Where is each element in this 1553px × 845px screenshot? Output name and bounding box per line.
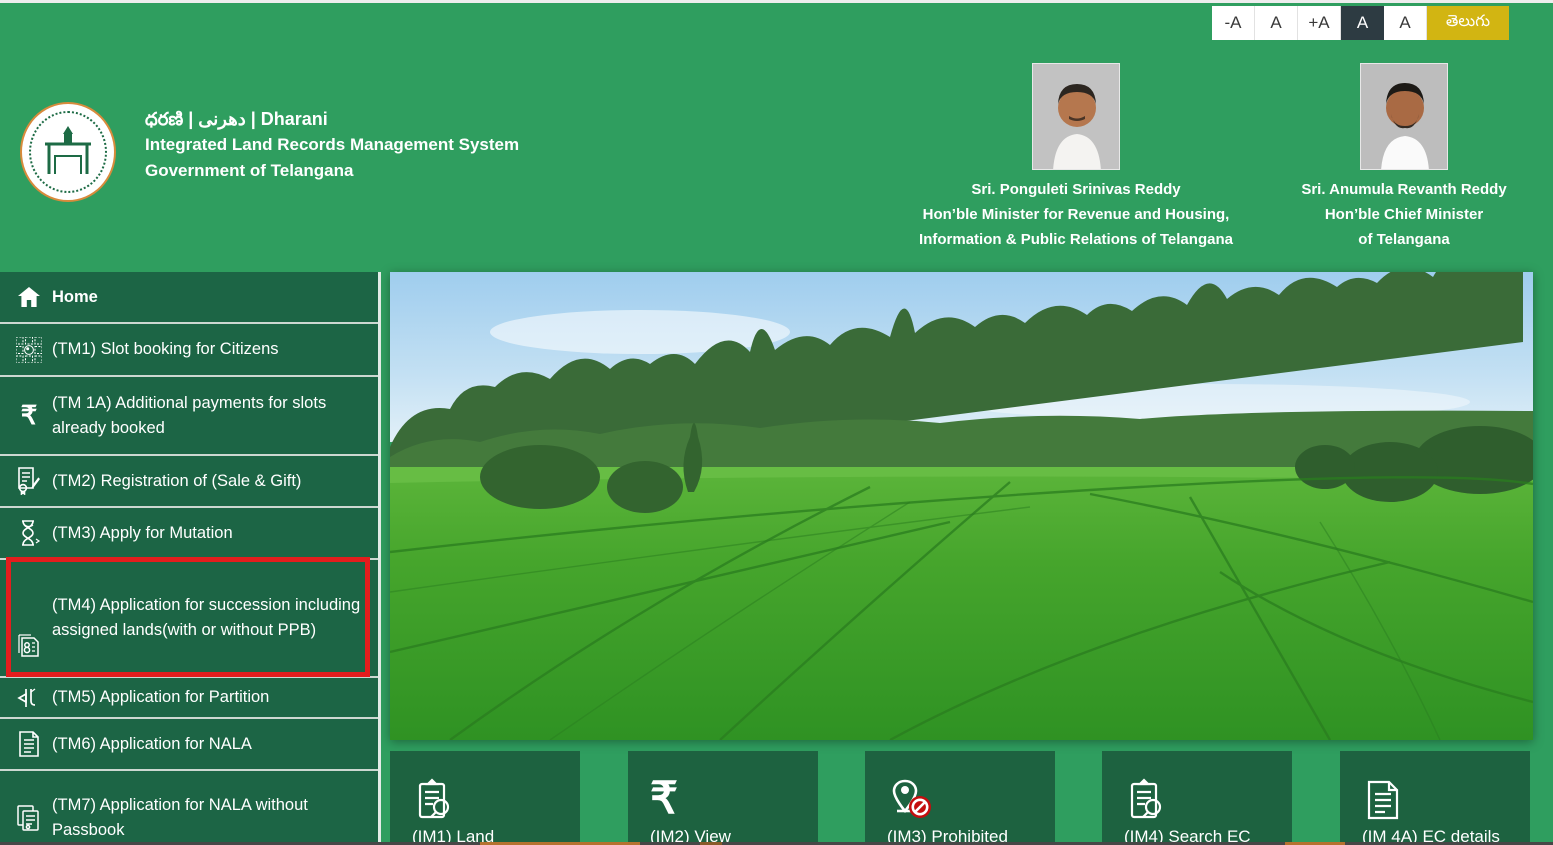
site-subtitle: Integrated Land Records Management Syste… <box>145 132 519 158</box>
browser-top-strip <box>0 0 1553 3</box>
card-im4a-ec-details[interactable]: (IM 4A) EC details <box>1340 751 1530 845</box>
chief-minister-caption: Sri. Anumula Revanth Reddy Hon’ble Chief… <box>1253 177 1553 252</box>
sidebar-item-tm5-partition[interactable]: (TM5) Application for Partition <box>0 678 378 719</box>
chief-minister-portrait <box>1361 64 1448 170</box>
sidebar-item-tm1a-additional-payments[interactable]: ₹ (TM 1A) Additional payments for slots … <box>0 377 378 456</box>
sidebar-menu: Home (TM1) Slot booking for Citizens ₹ (… <box>0 272 381 845</box>
minister-portrait <box>1033 64 1120 170</box>
document-lines-icon <box>1362 777 1406 828</box>
chief-minister-photo <box>1360 63 1448 170</box>
registration-document-icon <box>10 467 48 495</box>
stacked-documents-icon <box>10 804 48 832</box>
sidebar-item-label: (TM1) Slot booking for Citizens <box>48 337 279 362</box>
sidebar-item-label: Home <box>48 285 98 310</box>
card-im1-land[interactable]: (IM1) Land <box>390 751 580 845</box>
sidebar-item-home[interactable]: Home <box>0 272 378 324</box>
succession-document-icon <box>10 634 48 670</box>
partition-icon <box>10 687 48 709</box>
sidebar-item-tm1-slot-booking[interactable]: (TM1) Slot booking for Citizens <box>0 324 378 377</box>
minister-revenue-role-2: Information & Public Relations of Telang… <box>890 227 1262 252</box>
font-size-controls: -A A +A A A తెలుగు <box>1212 6 1509 40</box>
minister-revenue-caption: Sri. Ponguleti Srinivas Reddy Hon’ble Mi… <box>890 177 1262 252</box>
sidebar-item-tm2-registration[interactable]: (TM2) Registration of (Sale & Gift) <box>0 456 378 508</box>
sidebar-item-label: (TM6) Application for NALA <box>48 732 252 757</box>
minister-revenue-role-1: Hon’ble Minister for Revenue and Housing… <box>890 202 1262 227</box>
sidebar-item-tm6-nala[interactable]: (TM6) Application for NALA <box>0 719 378 771</box>
minister-revenue-photo <box>1032 63 1120 170</box>
contrast-light-button[interactable]: A <box>1384 6 1427 40</box>
chief-minister-name: Sri. Anumula Revanth Reddy <box>1253 177 1553 202</box>
home-icon <box>10 286 48 308</box>
sidebar-item-label: (TM7) Application for NALA without Passb… <box>48 793 362 843</box>
sidebar-item-label: (TM2) Registration of (Sale & Gift) <box>48 469 301 494</box>
rupee-icon: ₹ <box>10 400 48 431</box>
sidebar-item-tm4-succession[interactable]: (TM4) Application for succession includi… <box>0 560 378 678</box>
pin-prohibited-icon <box>887 777 935 828</box>
font-normal-button[interactable]: A <box>1255 6 1298 40</box>
minister-revenue-name: Sri. Ponguleti Srinivas Reddy <box>890 177 1262 202</box>
chief-minister-role-1: Hon’ble Chief Minister <box>1253 202 1553 227</box>
font-increase-button[interactable]: +A <box>1298 6 1341 40</box>
telangana-government-logo[interactable] <box>20 102 116 202</box>
card-im3-prohibited[interactable]: (IM3) Prohibited <box>865 751 1055 845</box>
logo-arch-icon <box>41 122 95 182</box>
site-title-block: ధరణి | دهرنى | Dharani Integrated Land R… <box>145 106 519 184</box>
minister-revenue-block: Sri. Ponguleti Srinivas Reddy Hon’ble Mi… <box>890 63 1262 252</box>
hourglass-icon <box>10 519 48 547</box>
site-title: ధరణి | دهرنى | Dharani <box>145 106 519 132</box>
site-government: Government of Telangana <box>145 158 519 184</box>
sidebar-item-tm7-nala-without-passbook[interactable]: (TM7) Application for NALA without Passb… <box>0 771 378 845</box>
card-im2-view[interactable]: ₹ (IM2) View <box>628 751 818 845</box>
document-icon <box>10 731 48 757</box>
logo-emblem <box>29 111 107 193</box>
sidebar-item-tm3-mutation[interactable]: (TM3) Apply for Mutation <box>0 508 378 560</box>
sidebar-item-label: (TM3) Apply for Mutation <box>48 521 233 546</box>
paddy-field-illustration <box>390 272 1533 740</box>
clipboard-search-icon <box>1124 777 1170 828</box>
clipboard-search-icon <box>412 777 458 828</box>
telugu-language-button[interactable]: తెలుగు <box>1427 6 1509 40</box>
rupee-icon: ₹ <box>650 777 678 821</box>
chief-minister-block: Sri. Anumula Revanth Reddy Hon’ble Chief… <box>1253 63 1553 252</box>
chief-minister-role-2: of Telangana <box>1253 227 1553 252</box>
contrast-dark-button[interactable]: A <box>1341 6 1384 40</box>
sidebar-item-label: (TM 1A) Additional payments for slots al… <box>48 391 362 441</box>
slot-grid-icon <box>10 337 48 363</box>
font-decrease-button[interactable]: -A <box>1212 6 1255 40</box>
sidebar-item-label: (TM4) Application for succession includi… <box>48 593 362 643</box>
hero-field-image <box>390 272 1533 740</box>
sidebar-item-label: (TM5) Application for Partition <box>48 685 269 710</box>
card-im4-search-ec[interactable]: (IM4) Search EC <box>1102 751 1292 845</box>
